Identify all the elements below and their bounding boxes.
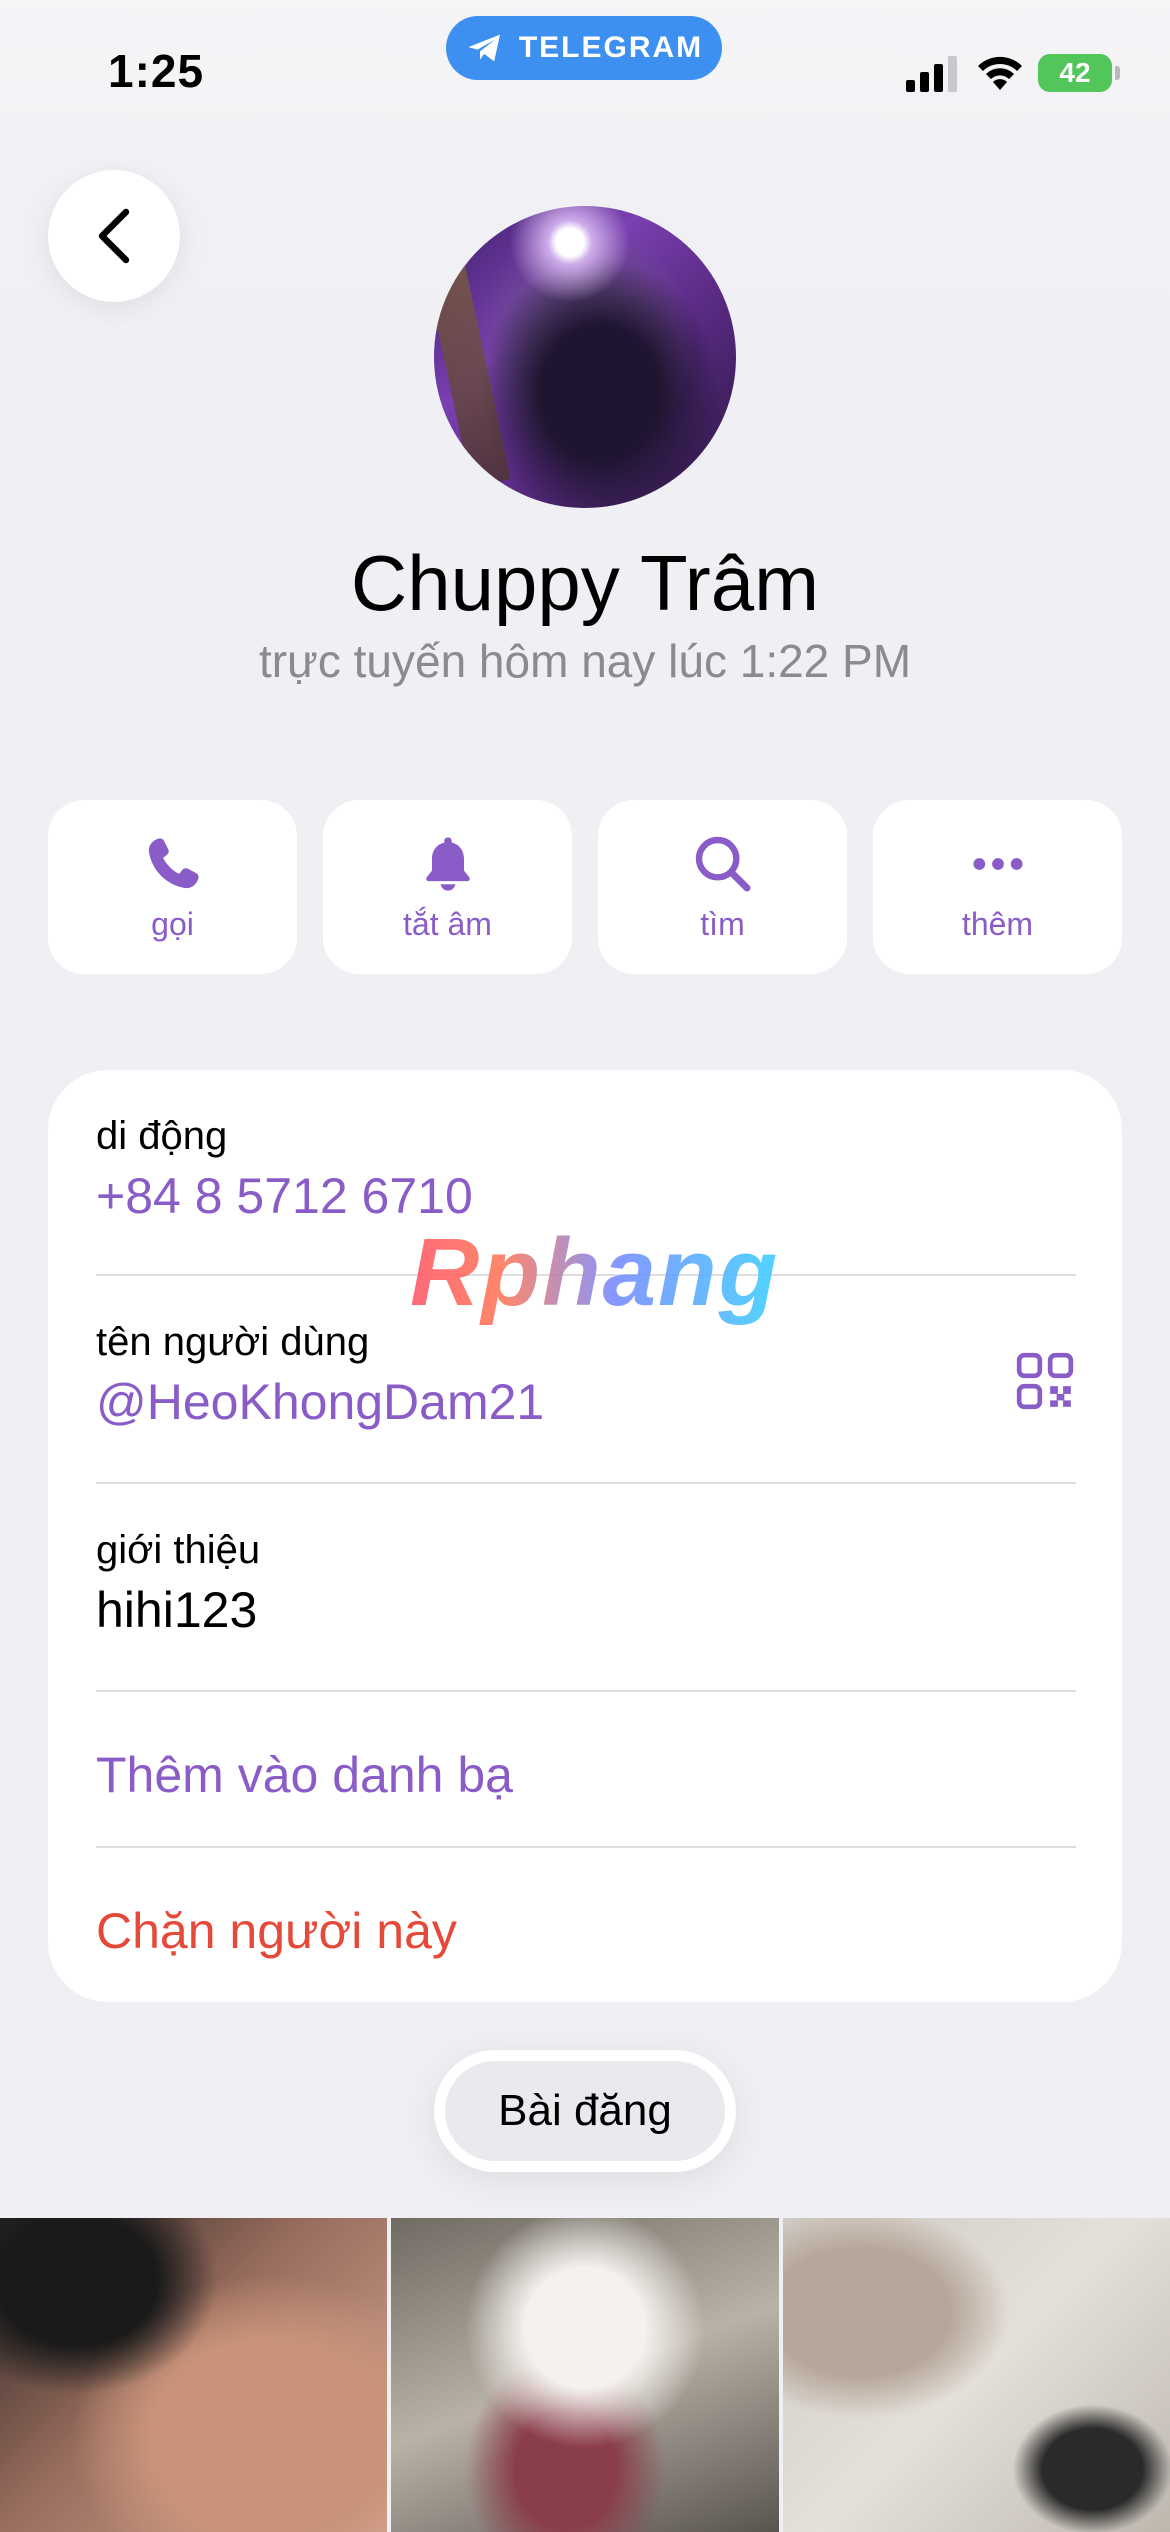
search-button-label: tìm bbox=[700, 905, 745, 942]
avatar[interactable] bbox=[434, 206, 736, 508]
back-button[interactable] bbox=[48, 170, 180, 302]
bio-value: hihi123 bbox=[96, 1582, 258, 1638]
block-user-row[interactable]: Chặn người này bbox=[96, 1894, 1076, 1960]
media-thumbnail[interactable] bbox=[782, 2218, 1170, 2532]
add-contact-row[interactable]: Thêm vào danh bạ bbox=[96, 1738, 1076, 1804]
divider bbox=[96, 1482, 1076, 1484]
more-button-label: thêm bbox=[961, 905, 1034, 942]
mute-button-label: tắt âm bbox=[403, 905, 492, 942]
info-card: di động +84 8 5712 6710 tên người dùng @… bbox=[48, 1070, 1122, 2002]
posts-tab-label: Bài đăng bbox=[445, 2061, 725, 2161]
status-time: 1:25 bbox=[108, 45, 205, 97]
more-button[interactable]: thêm bbox=[873, 800, 1122, 974]
profile-name: Chuppy Trâm bbox=[350, 539, 820, 627]
block-user-button[interactable]: Chặn người này bbox=[96, 1902, 1076, 1960]
mobile-label: di động bbox=[96, 1114, 228, 1158]
mute-button[interactable]: tắt âm bbox=[323, 800, 572, 974]
bio-label: giới thiệu bbox=[96, 1528, 261, 1572]
more-icon bbox=[972, 857, 1023, 870]
add-contact-button[interactable]: Thêm vào danh bạ bbox=[96, 1746, 1076, 1804]
divider bbox=[96, 1846, 1076, 1848]
telegram-return-pill[interactable]: TELEGRAM bbox=[446, 16, 722, 80]
telegram-pill-label: TELEGRAM bbox=[518, 31, 704, 64]
bio-row: giới thiệu hihi123 bbox=[96, 1528, 1076, 1639]
cellular-signal-icon bbox=[906, 56, 957, 92]
call-button[interactable]: gọi bbox=[48, 800, 297, 974]
username-value[interactable]: @HeoKhongDam21 bbox=[96, 1373, 1076, 1431]
media-thumbnail[interactable] bbox=[391, 2218, 779, 2532]
battery-level: 42 bbox=[1059, 57, 1091, 88]
phone-icon bbox=[148, 837, 199, 888]
media-thumbnail[interactable] bbox=[0, 2218, 388, 2532]
battery-indicator: 42 bbox=[1038, 54, 1120, 92]
mobile-row[interactable]: di động +84 8 5712 6710 bbox=[96, 1114, 1076, 1225]
wifi-icon bbox=[978, 56, 1022, 90]
chevron-left-icon bbox=[98, 208, 130, 264]
watermark-logo: Rphang bbox=[410, 1219, 780, 1326]
mobile-number[interactable]: +84 8 5712 6710 bbox=[96, 1167, 1076, 1225]
bell-icon bbox=[425, 836, 470, 891]
call-button-label: gọi bbox=[151, 905, 194, 942]
posts-tab[interactable]: Bài đăng bbox=[434, 2050, 736, 2172]
last-seen-status: trực tuyến hôm nay lúc 1:22 PM bbox=[258, 635, 912, 687]
search-icon bbox=[695, 836, 750, 891]
qr-code-icon[interactable] bbox=[1014, 1350, 1076, 1412]
divider bbox=[96, 1690, 1076, 1692]
media-grid bbox=[0, 2218, 1170, 2532]
search-button[interactable]: tìm bbox=[598, 800, 847, 974]
username-row[interactable]: tên người dùng @HeoKhongDam21 bbox=[96, 1320, 1076, 1431]
telegram-icon bbox=[468, 34, 500, 62]
action-buttons: gọi tắt âm tìm thêm bbox=[48, 800, 1122, 974]
profile-screen: 1:25 TELEGRAM 42 Chuppy Trâm trực tuyến … bbox=[0, 0, 1170, 2532]
